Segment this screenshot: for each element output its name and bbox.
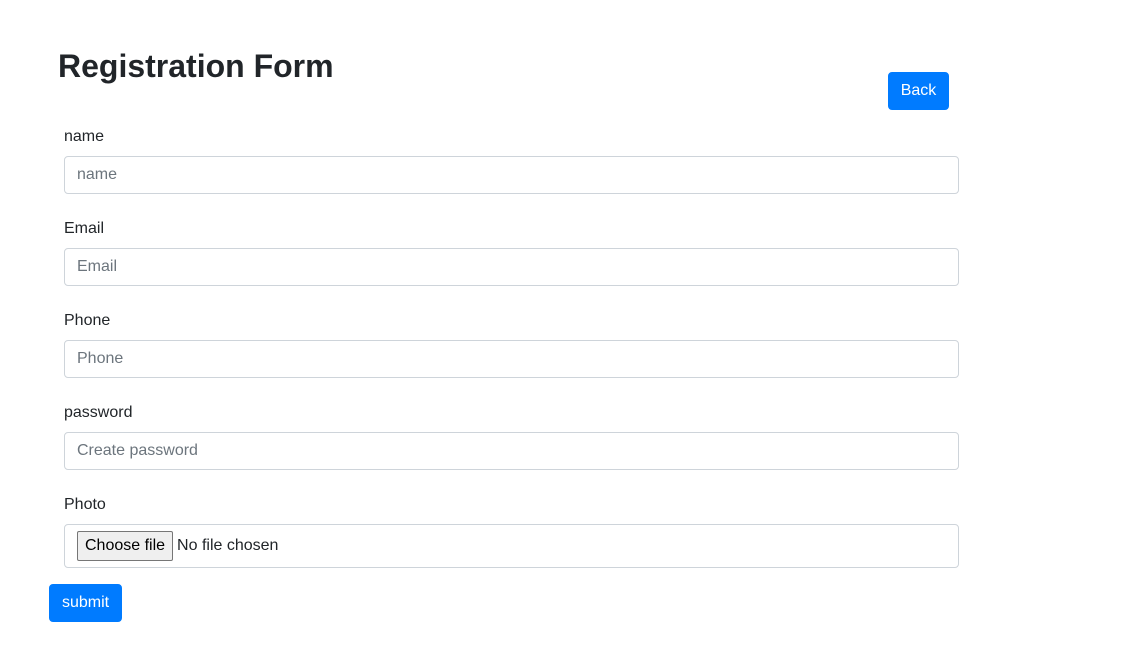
password-input[interactable] xyxy=(64,432,959,470)
email-label: Email xyxy=(64,220,105,237)
photo-file-input[interactable]: Choose file No file chosen xyxy=(64,524,959,568)
phone-label: Phone xyxy=(64,312,111,329)
name-label: name xyxy=(64,128,105,145)
choose-file-button[interactable]: Choose file xyxy=(77,531,174,561)
submit-button[interactable]: submit xyxy=(49,584,122,622)
page-title: Registration Form xyxy=(58,48,334,84)
file-status-text: No file chosen xyxy=(177,537,279,554)
photo-label: Photo xyxy=(64,496,106,513)
back-button[interactable]: Back xyxy=(888,72,949,110)
password-label: password xyxy=(64,404,133,421)
name-input[interactable] xyxy=(64,156,959,194)
phone-input[interactable] xyxy=(64,340,959,378)
email-input[interactable] xyxy=(64,248,959,286)
